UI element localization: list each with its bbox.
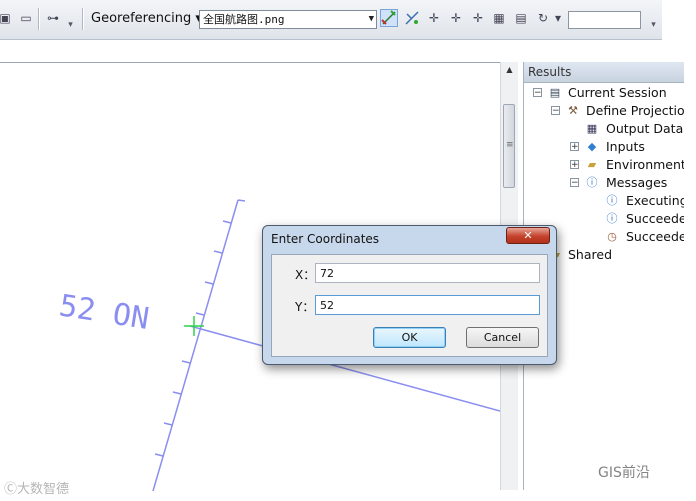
dialog-body: X： Y： OK Cancel — [271, 254, 548, 357]
y-label: Y： — [295, 300, 315, 314]
info-icon: ⓘ — [606, 194, 618, 207]
session-icon: ▤ — [549, 86, 561, 99]
georeferencing-menu-label: Georeferencing — [91, 11, 192, 26]
georeferencing-toolbar: ▣ ▭ ⊶ ▾ Georeferencing ▾ 全国航路图.png ▼ ✛ ✛… — [0, 0, 662, 40]
x-coordinate-input[interactable] — [315, 263, 540, 283]
map-label-text: 52 ON — [57, 288, 152, 337]
scroll-up-icon[interactable]: ▲ — [501, 62, 518, 78]
toolbar-grip-icon[interactable]: ▾ — [66, 18, 75, 32]
toolbar-separator — [38, 8, 39, 30]
zoom-to-link-icon: ✛ — [450, 11, 462, 25]
info-icon: ⓘ — [586, 176, 598, 189]
watermark-right: GIS前沿 — [598, 465, 650, 481]
rotate-icon[interactable]: ↻ — [534, 9, 552, 27]
toolbox-icon[interactable]: ▣ — [0, 9, 14, 27]
expand-icon[interactable]: + — [570, 160, 579, 170]
layer-select-value: 全国航路图.png — [203, 13, 285, 26]
collapse-icon[interactable]: − — [551, 106, 560, 116]
cancel-button[interactable]: Cancel — [466, 327, 539, 348]
results-panel-title: Results — [524, 62, 684, 83]
model-builder-icon[interactable]: ⊶ — [44, 9, 62, 27]
close-button[interactable]: ✕ — [506, 227, 550, 244]
dialog-title: Enter Coordinates — [271, 232, 380, 246]
auto-adjust-icon[interactable] — [403, 9, 421, 27]
collapse-icon[interactable]: − — [570, 178, 579, 188]
viewer-icon[interactable]: ▦ — [490, 9, 508, 27]
watermark-left: Ⓒ大数智德 — [4, 482, 70, 497]
delete-link-icon: ✛ — [472, 11, 484, 25]
map-meridian-line — [152, 199, 239, 491]
x-label: X： — [295, 268, 316, 282]
folder-icon: ▰ — [587, 158, 597, 171]
diamond-icon: ◆ — [587, 140, 597, 153]
layer-select[interactable]: 全国航路图.png ▼ — [199, 10, 377, 29]
scale-input[interactable] — [568, 11, 641, 29]
y-coordinate-input[interactable] — [315, 295, 540, 315]
hammer-icon: ⚒ — [568, 104, 578, 117]
collapse-icon[interactable]: − — [533, 88, 542, 98]
add-control-points-icon[interactable] — [380, 9, 398, 27]
control-point-marker — [184, 316, 204, 336]
ok-button[interactable]: OK — [373, 327, 446, 348]
python-window-icon[interactable]: ▭ — [17, 9, 35, 27]
scrollbar-thumb[interactable]: ≡ — [503, 104, 515, 188]
chevron-down-icon[interactable]: ▾ — [553, 9, 563, 27]
link-table-icon[interactable]: ▤ — [512, 9, 530, 27]
enter-coordinates-dialog: Enter Coordinates ✕ X： Y： OK Cancel — [262, 225, 557, 365]
clock-icon: ◷ — [607, 230, 617, 243]
toolbar-grip-icon[interactable]: ▾ — [649, 18, 658, 32]
info-icon: ⓘ — [606, 212, 618, 225]
close-icon: ✕ — [523, 229, 533, 242]
dropdown-arrow-icon[interactable]: ▼ — [369, 11, 374, 28]
raster-icon: ▦ — [586, 122, 598, 135]
select-link-icon: ✛ — [428, 11, 440, 25]
expand-icon[interactable]: + — [570, 142, 579, 152]
toolbar-separator — [82, 8, 83, 30]
georeferencing-menu[interactable]: Georeferencing ▾ — [91, 11, 202, 26]
